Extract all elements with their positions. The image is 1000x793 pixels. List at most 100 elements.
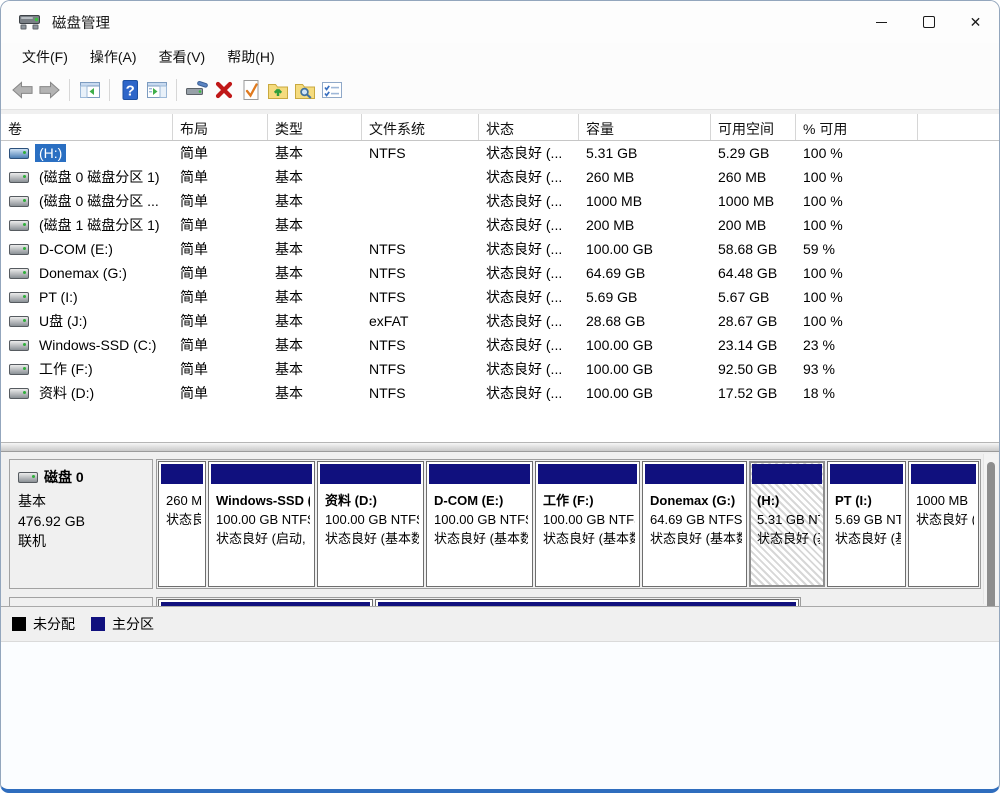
- svg-text:?: ?: [125, 83, 134, 100]
- toolbar-separator: [176, 79, 177, 101]
- disk-tool-icon[interactable]: [183, 77, 210, 104]
- minimize-button[interactable]: [858, 1, 905, 43]
- status-cell: 状态良好 (...: [479, 143, 579, 163]
- partition-status: 状态良好 (基本数据分区): [543, 529, 635, 548]
- fs-cell: NTFS: [362, 337, 479, 353]
- type-cell: 基本: [268, 335, 362, 355]
- partition[interactable]: U盘 (J:)28.68 GB exFAT状态良好 (基本数据分区): [375, 599, 799, 606]
- drive-icon: [9, 268, 29, 279]
- volume-label: (磁盘 0 磁盘分区 1): [35, 166, 164, 188]
- type-cell: 基本: [268, 239, 362, 259]
- column-header-5[interactable]: 容量: [579, 114, 711, 140]
- partition-body: 260 MB状态良好 (EFI 系统分区): [161, 484, 203, 529]
- partition[interactable]: 1000 MB状态良好 (恢复分区): [908, 461, 979, 587]
- column-header-2[interactable]: 类型: [268, 114, 362, 140]
- partition-status: 状态良好 (EFI 系统分区): [166, 510, 201, 529]
- window-controls: ✕: [858, 1, 999, 43]
- pane-splitter[interactable]: [1, 442, 999, 452]
- disk-info[interactable]: 磁盘 1可移动28.88 GB联机: [9, 597, 153, 606]
- pct-cell: 59 %: [796, 241, 918, 257]
- menu-item-3[interactable]: 帮助(H): [216, 44, 285, 70]
- partition-size: 5.31 GB NTFS: [757, 510, 820, 529]
- table-row[interactable]: Donemax (G:)简单基本NTFS状态良好 (...64.69 GB64.…: [1, 261, 999, 285]
- app-icon: [18, 12, 42, 32]
- table-row[interactable]: 资料 (D:)简单基本NTFS状态良好 (...100.00 GB17.52 G…: [1, 381, 999, 405]
- partition-status: 状态良好 (基本数据分区): [434, 529, 528, 548]
- type-cell: 基本: [268, 311, 362, 331]
- toolbar-separator: [109, 79, 110, 101]
- layout-cell: 简单: [173, 287, 268, 307]
- menu-item-1[interactable]: 操作(A): [79, 44, 148, 70]
- status-cell: 状态良好 (...: [479, 335, 579, 355]
- partition[interactable]: 200 MB状态良好 (EFI 系统分区): [158, 599, 373, 606]
- drive-icon: [9, 148, 29, 159]
- maximize-button[interactable]: [905, 1, 952, 43]
- disk-name: 磁盘 0: [18, 467, 144, 487]
- partition-name: Windows-SSD (C:): [216, 491, 310, 510]
- partition-name: PT (I:): [835, 491, 901, 510]
- console-tree-icon[interactable]: [76, 77, 103, 104]
- delete-volume-icon[interactable]: [210, 77, 237, 104]
- forward-icon[interactable]: [36, 77, 63, 104]
- table-row[interactable]: (磁盘 0 磁盘分区 ...简单基本状态良好 (...1000 MB1000 M…: [1, 189, 999, 213]
- column-header-6[interactable]: 可用空间: [711, 114, 796, 140]
- close-button[interactable]: ✕: [952, 1, 999, 43]
- pct-cell: 100 %: [796, 193, 918, 209]
- disk-row-0: 磁盘 0基本476.92 GB联机260 MB状态良好 (EFI 系统分区)Wi…: [9, 459, 999, 589]
- folder-up-icon[interactable]: [264, 77, 291, 104]
- column-header-7[interactable]: % 可用: [796, 114, 918, 140]
- partition[interactable]: D-COM (E:)100.00 GB NTFS状态良好 (基本数据分区): [426, 461, 533, 587]
- table-row[interactable]: (磁盘 0 磁盘分区 1)简单基本状态良好 (...260 MB260 MB10…: [1, 165, 999, 189]
- table-row[interactable]: (磁盘 1 磁盘分区 1)简单基本状态良好 (...200 MB200 MB10…: [1, 213, 999, 237]
- partition[interactable]: PT (I:)5.69 GB NTFS状态良好 (基本数据分区): [827, 461, 906, 587]
- status-cell: 状态良好 (...: [479, 263, 579, 283]
- table-header: 卷布局类型文件系统状态容量可用空间% 可用: [1, 114, 999, 141]
- column-header-4[interactable]: 状态: [479, 114, 579, 140]
- column-header-3[interactable]: 文件系统: [362, 114, 479, 140]
- partition[interactable]: Windows-SSD (C:)100.00 GB NTFS状态良好 (启动, …: [208, 461, 315, 587]
- capacity-cell: 1000 MB: [579, 193, 711, 209]
- column-header-1[interactable]: 布局: [173, 114, 268, 140]
- table-row[interactable]: U盘 (J:)简单基本exFAT状态良好 (...28.68 GB28.67 G…: [1, 309, 999, 333]
- help-icon[interactable]: ?: [116, 77, 143, 104]
- menu-item-2[interactable]: 查看(V): [148, 44, 217, 70]
- layout-cell: 简单: [173, 143, 268, 163]
- table-row[interactable]: Windows-SSD (C:)简单基本NTFS状态良好 (...100.00 …: [1, 333, 999, 357]
- drive-icon: [9, 220, 29, 231]
- type-cell: 基本: [268, 215, 362, 235]
- check-document-icon[interactable]: [237, 77, 264, 104]
- folder-search-icon[interactable]: [291, 77, 318, 104]
- partition[interactable]: Donemax (G:)64.69 GB NTFS状态良好 (基本数据分区): [642, 461, 747, 587]
- partition-color-bar: [320, 464, 421, 484]
- partition[interactable]: 工作 (F:)100.00 GB NTFS状态良好 (基本数据分区): [535, 461, 640, 587]
- menu-item-0[interactable]: 文件(F): [11, 44, 79, 70]
- partition[interactable]: 260 MB状态良好 (EFI 系统分区): [158, 461, 206, 587]
- table-row[interactable]: D-COM (E:)简单基本NTFS状态良好 (...100.00 GB58.6…: [1, 237, 999, 261]
- volume-cell: Donemax (G:): [1, 264, 173, 282]
- partition-body: D-COM (E:)100.00 GB NTFS状态良好 (基本数据分区): [429, 484, 530, 548]
- vertical-scrollbar[interactable]: [983, 454, 998, 604]
- free-cell: 200 MB: [711, 217, 796, 233]
- capacity-cell: 260 MB: [579, 169, 711, 185]
- table-body: (H:)简单基本NTFS状态良好 (...5.31 GB5.29 GB100 %…: [1, 141, 999, 405]
- task-list-icon[interactable]: [318, 77, 345, 104]
- partition-color-bar: [378, 602, 796, 606]
- action-pane-icon[interactable]: [143, 77, 170, 104]
- free-cell: 5.67 GB: [711, 289, 796, 305]
- partition-status: 状态良好 (基本数据分区): [835, 529, 901, 548]
- table-row[interactable]: PT (I:)简单基本NTFS状态良好 (...5.69 GB5.67 GB10…: [1, 285, 999, 309]
- disk-info[interactable]: 磁盘 0基本476.92 GB联机: [9, 459, 153, 589]
- partition-name: 资料 (D:): [325, 491, 419, 510]
- scrollbar-thumb[interactable]: [987, 462, 995, 606]
- back-icon[interactable]: [9, 77, 36, 104]
- partition[interactable]: 资料 (D:)100.00 GB NTFS状态良好 (基本数据分区): [317, 461, 424, 587]
- graph-pane: 磁盘 0基本476.92 GB联机260 MB状态良好 (EFI 系统分区)Wi…: [1, 452, 999, 606]
- type-cell: 基本: [268, 359, 362, 379]
- toolbar: ?: [1, 71, 999, 110]
- table-row[interactable]: (H:)简单基本NTFS状态良好 (...5.31 GB5.29 GB100 %: [1, 141, 999, 165]
- partition[interactable]: (H:)5.31 GB NTFS状态良好 (基本数据分区): [749, 461, 825, 587]
- table-row[interactable]: 工作 (F:)简单基本NTFS状态良好 (...100.00 GB92.50 G…: [1, 357, 999, 381]
- column-header-0[interactable]: 卷: [1, 114, 173, 140]
- volume-cell: 资料 (D:): [1, 382, 173, 404]
- title-bar: 磁盘管理 ✕: [1, 1, 999, 43]
